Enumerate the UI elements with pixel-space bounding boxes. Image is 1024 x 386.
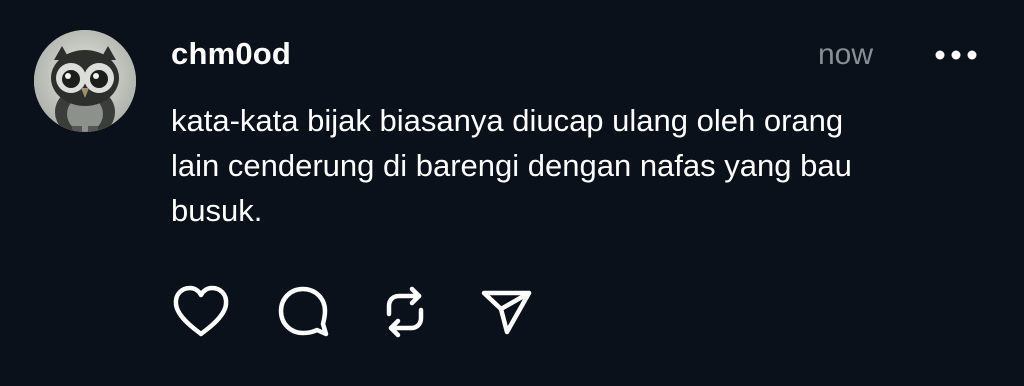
share-icon: [481, 290, 532, 335]
repost-button[interactable]: [375, 284, 435, 340]
comment-button[interactable]: [273, 284, 333, 340]
post-text: kata-kata bijak biasanya diucap ulang ol…: [171, 98, 971, 233]
heart-icon: [173, 285, 229, 337]
share-button[interactable]: [477, 284, 537, 340]
more-dots-icon: [935, 50, 977, 60]
thread-post: chm0od now kata-kata bijak biasanya diuc…: [0, 0, 1024, 386]
timestamp: now: [818, 38, 874, 71]
repost-icon: [386, 286, 424, 338]
owl-avatar-icon: [34, 30, 136, 132]
like-button[interactable]: [171, 284, 231, 340]
comment-icon: [278, 286, 329, 337]
post-text-line: busuk.: [171, 193, 263, 228]
username[interactable]: chm0od: [171, 36, 291, 72]
post-text-line: lain cenderung di barengi dengan nafas y…: [171, 148, 852, 183]
post-text-line: kata-kata bijak biasanya diucap ulang ol…: [171, 103, 844, 138]
avatar[interactable]: [34, 30, 136, 132]
more-options-button[interactable]: [926, 38, 986, 72]
